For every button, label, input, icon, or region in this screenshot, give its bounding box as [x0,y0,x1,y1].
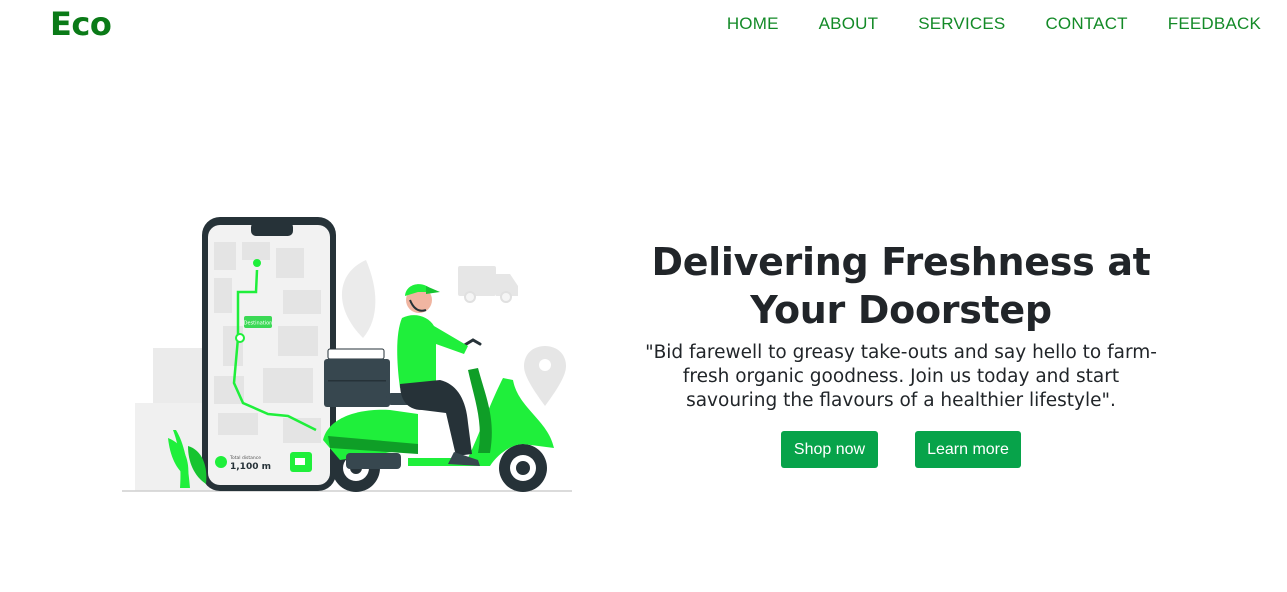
nav-links: HOME ABOUT SERVICES CONTACT FEEDBACK [687,14,1261,34]
hero-title: Delivering Freshness at Your Doorstep [651,240,1151,332]
map-tag-label: Destination [244,321,273,327]
nav-item-feedback: FEEDBACK [1168,14,1261,34]
nav-item-home: HOME [727,14,779,34]
nav-link-services[interactable]: SERVICES [918,14,1005,33]
navbar: Eco HOME ABOUT SERVICES CONTACT FEEDBACK [0,0,1287,50]
delivery-scooter-illustration: Destination Total distance 1,100 m [122,217,572,492]
background-truck [458,266,518,303]
delivery-box [324,348,390,407]
shop-now-button[interactable]: Shop now [781,431,878,468]
hero-quote: "Bid farewell to greasy take-outs and sa… [645,342,1157,411]
brand-logo[interactable]: Eco [50,5,112,43]
nav-link-contact[interactable]: CONTACT [1045,14,1127,33]
background-leaf [341,260,376,338]
phone-distance-value: 1,100 m [230,462,271,472]
nav-link-feedback[interactable]: FEEDBACK [1168,14,1261,33]
phone-map: Destination Total distance 1,100 m [202,217,336,491]
learn-more-button[interactable]: Learn more [915,431,1021,468]
nav-link-home[interactable]: HOME [727,14,779,33]
hero-section: Delivering Freshness at Your Doorstep "B… [626,238,1176,468]
nav-item-about: ABOUT [819,14,879,34]
phone-distance-label: Total distance [229,455,261,461]
hero-buttons: Shop now Learn more [626,431,1176,468]
nav-link-about[interactable]: ABOUT [819,14,879,33]
nav-item-services: SERVICES [918,14,1005,34]
location-pin-icon [524,346,566,406]
nav-item-contact: CONTACT [1045,14,1127,34]
